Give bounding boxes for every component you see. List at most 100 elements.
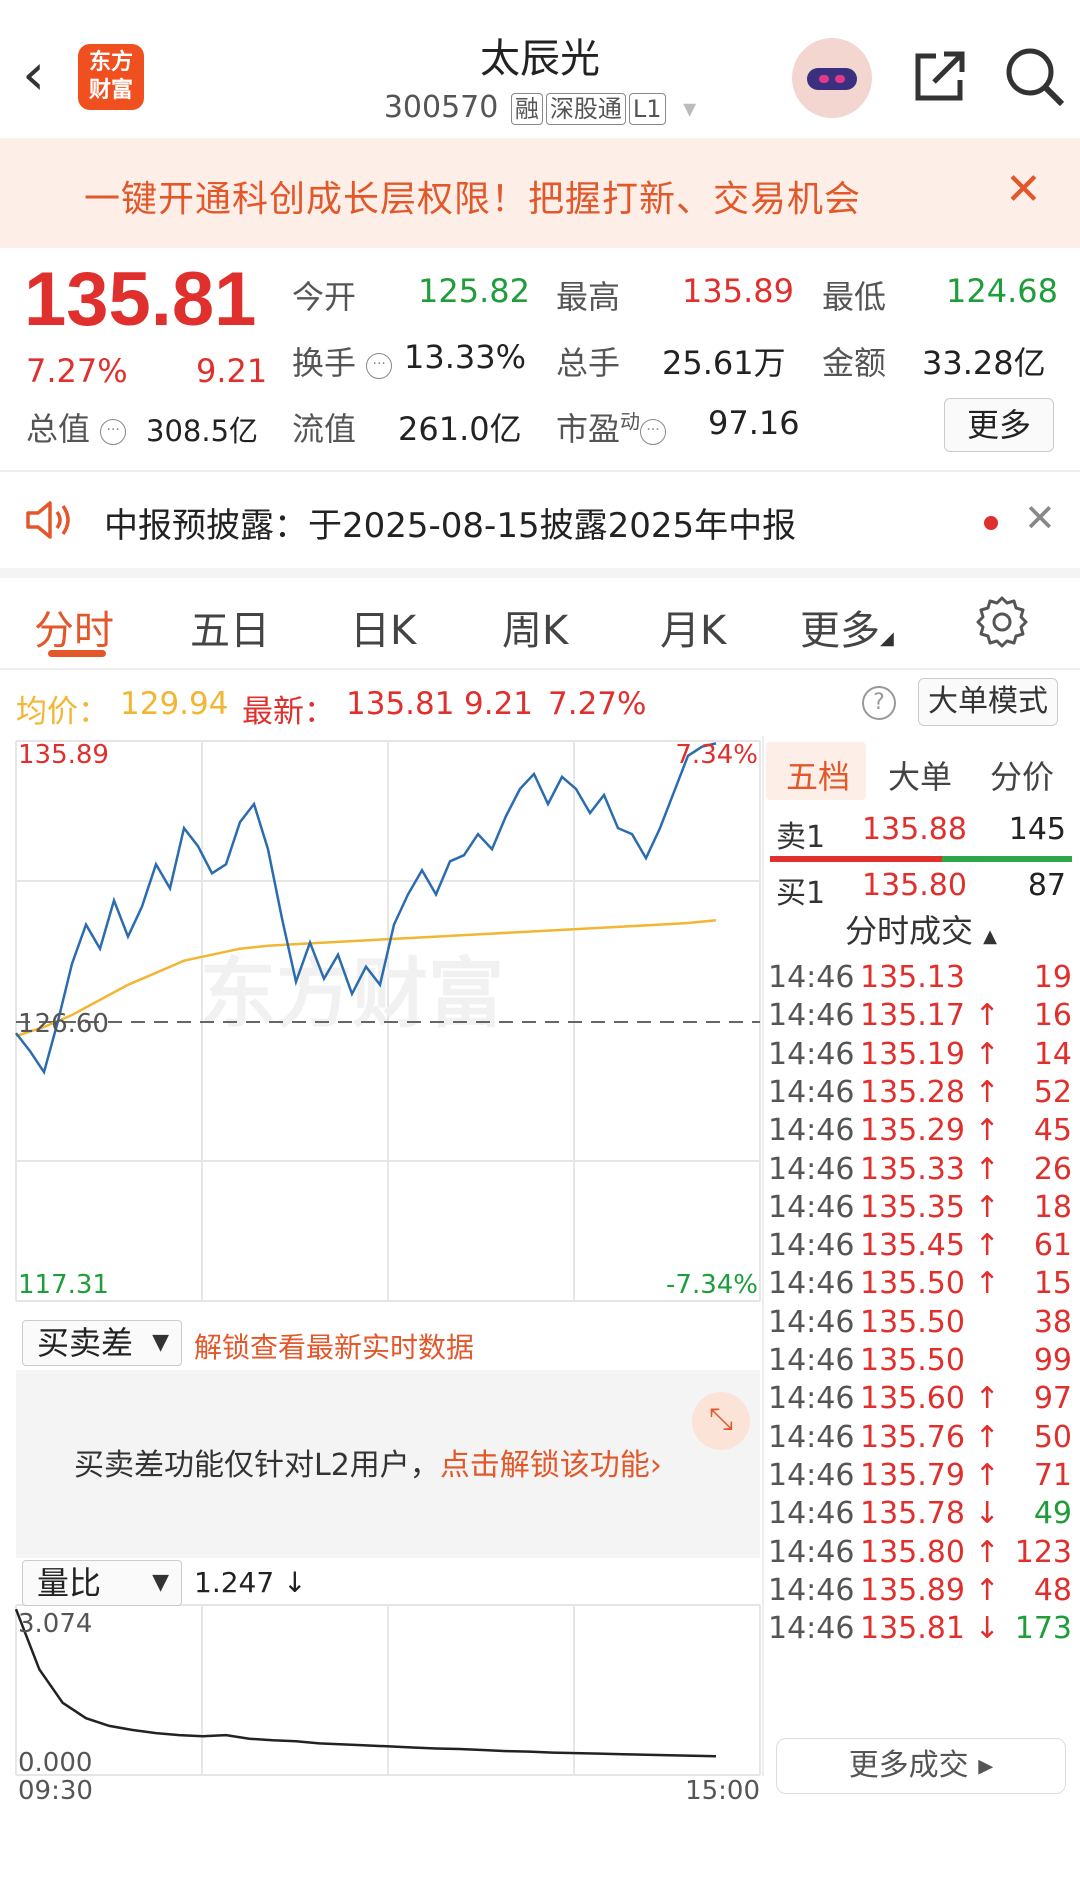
change-amount: 9.21	[196, 352, 268, 390]
mktcap-value: 308.5亿	[146, 414, 259, 448]
trade-price: 135.33 ↑	[860, 1151, 1000, 1187]
trade-volume: 123	[1014, 1534, 1072, 1570]
trades-title-text: 分时成交	[844, 912, 973, 950]
sell-1-label: 卖1	[776, 820, 826, 855]
unlock-realtime-link[interactable]: 解锁查看最新实时数据	[194, 1326, 474, 1366]
trade-volume: 18	[1033, 1189, 1072, 1225]
top-nav-bar: ‹ 东方 财富 太辰光 300570 融深股通 L1 ▾	[0, 0, 1080, 138]
buy-1-row[interactable]: 买1 135.80 87	[770, 862, 1070, 912]
last-price-value: 135.81	[346, 686, 455, 722]
trade-price: 135.35 ↑	[860, 1189, 1000, 1225]
trade-price: 135.78 ↓	[860, 1496, 1000, 1532]
trade-volume: 48	[1033, 1572, 1072, 1608]
last-price-label: 最新：	[242, 694, 335, 730]
trade-volume: 49	[1033, 1496, 1072, 1532]
chevron-down-icon[interactable]: ▾	[683, 94, 696, 124]
stock-code: 300570	[383, 90, 499, 125]
trade-time: 14:46	[768, 998, 855, 1034]
tab-five-day[interactable]: 五日	[190, 598, 270, 656]
current-price: 135.81	[24, 257, 257, 342]
promo-banner[interactable]: 一键开通科创成长层权限！把握打新、交易机会 ✕	[0, 138, 1080, 248]
tab-daily-k[interactable]: 日K	[350, 598, 416, 656]
sell-1-row[interactable]: 卖1 135.88 145	[770, 806, 1070, 856]
share-icon[interactable]	[910, 46, 970, 106]
more-trades-button[interactable]: 更多成交 ▸	[776, 1738, 1066, 1794]
close-icon[interactable]: ✕	[1005, 164, 1042, 215]
big-order-mode-button[interactable]: 大单模式	[918, 678, 1058, 726]
trade-volume: 173	[1014, 1611, 1072, 1647]
trade-time: 14:46	[768, 1074, 855, 1110]
report-notice-text[interactable]: 中报预披露：于2025-08-15披露2025年中报	[104, 498, 796, 547]
l2-notice-text: 买卖差功能仅针对L2用户，	[74, 1448, 440, 1483]
l2-notice: 买卖差功能仅针对L2用户，点击解锁该功能›	[74, 1440, 662, 1484]
tab-more-label: 更多	[800, 608, 880, 654]
trade-price: 135.50	[860, 1343, 965, 1378]
info-icon[interactable]: ···	[100, 419, 127, 445]
tab-big-orders[interactable]: 大单	[888, 752, 952, 798]
trade-price: 135.81 ↓	[860, 1611, 1000, 1647]
sort-up-icon: ▲	[983, 926, 998, 947]
tab-monthly-k[interactable]: 月K	[660, 598, 726, 656]
open-label: 今开	[292, 278, 357, 316]
high-value: 135.89	[682, 272, 794, 310]
info-icon[interactable]: ···	[366, 353, 393, 379]
trade-time: 14:46	[768, 1304, 855, 1340]
volume-ratio-dropdown[interactable]: 量比 ▼	[22, 1560, 182, 1606]
trade-volume: 19	[1033, 960, 1072, 995]
sell-1-price: 135.88	[862, 812, 967, 847]
trade-volume: 52	[1033, 1074, 1072, 1110]
more-quote-button[interactable]: 更多	[944, 398, 1054, 452]
tab-five-levels[interactable]: 五档	[786, 752, 850, 798]
tab-more[interactable]: 更多◢	[800, 598, 894, 656]
low-value: 124.68	[946, 272, 1058, 310]
intraday-chart[interactable]: 东方财富 135.89 126.60 117.31 7.34% -7.34% 3…	[0, 735, 762, 1805]
trade-volume: 15	[1033, 1266, 1072, 1302]
trade-time: 14:46	[768, 1381, 855, 1417]
trade-price: 135.50	[860, 1304, 965, 1340]
down-arrow-icon: ↓	[283, 1566, 307, 1599]
mktcap-label: 总值 ···	[26, 404, 127, 450]
chevron-right-icon: ›	[649, 1448, 662, 1483]
trade-price: 135.80 ↑	[860, 1534, 1000, 1570]
ai-assistant-avatar[interactable]	[792, 38, 872, 118]
trades-title[interactable]: 分时成交 ▲	[762, 906, 1080, 952]
corner-triangle-icon: ◢	[880, 628, 894, 649]
trade-time: 14:46	[768, 1266, 855, 1302]
turnover-value: 13.33%	[404, 338, 527, 376]
chart-period-tabs: 分时 五日 日K 周K 月K 更多◢	[0, 578, 1080, 670]
gear-icon[interactable]	[976, 596, 1028, 648]
active-tab-indicator	[48, 650, 106, 657]
pe-label-text: 市盈	[556, 410, 621, 448]
promo-banner-text[interactable]: 一键开通科创成长层权限！把握打新、交易机会	[84, 170, 861, 222]
dropdown-arrow-icon: ▼	[152, 1570, 169, 1595]
pct-axis-max-label: 7.34%	[675, 740, 758, 770]
last-change-value: 9.21	[464, 686, 534, 722]
trade-time: 14:46	[768, 1151, 855, 1187]
tab-weekly-k[interactable]: 周K	[502, 598, 568, 656]
buy-1-price: 135.80	[862, 868, 967, 903]
tab-intraday[interactable]: 分时	[34, 598, 114, 656]
trade-time: 14:46	[768, 1419, 855, 1455]
tab-price-distribution[interactable]: 分价	[990, 752, 1054, 798]
unlock-feature-link[interactable]: 点击解锁该功能	[440, 1448, 650, 1483]
trade-volume: 45	[1033, 1113, 1072, 1149]
report-notice-bar[interactable]: 中报预披露：于2025-08-15披露2025年中报 ✕	[0, 472, 1080, 568]
time-end-label: 15:00	[685, 1776, 760, 1805]
turnover-label: 换手 ···	[292, 338, 393, 384]
pe-sup: 动	[620, 409, 641, 434]
info-icon[interactable]: ···	[640, 419, 667, 445]
spread-dropdown[interactable]: 买卖差 ▼	[22, 1320, 182, 1366]
trade-time: 14:46	[768, 1496, 855, 1532]
expand-icon[interactable]: ⤡	[692, 1392, 750, 1450]
l2-locked-panel: 买卖差功能仅针对L2用户，点击解锁该功能› ⤡	[16, 1370, 760, 1558]
robot-eye-right	[835, 75, 845, 83]
help-icon[interactable]: ?	[862, 686, 896, 720]
trade-volume: 97	[1033, 1381, 1072, 1417]
close-icon[interactable]: ✕	[1024, 496, 1056, 540]
tag-margin: 融	[510, 93, 543, 125]
y-axis-min-label: 117.31	[18, 1270, 109, 1300]
trade-time: 14:46	[768, 1611, 855, 1647]
trade-price: 135.60 ↑	[860, 1381, 1000, 1417]
vol-axis-min-label: 0.000	[18, 1748, 92, 1778]
search-icon[interactable]	[1002, 44, 1066, 108]
